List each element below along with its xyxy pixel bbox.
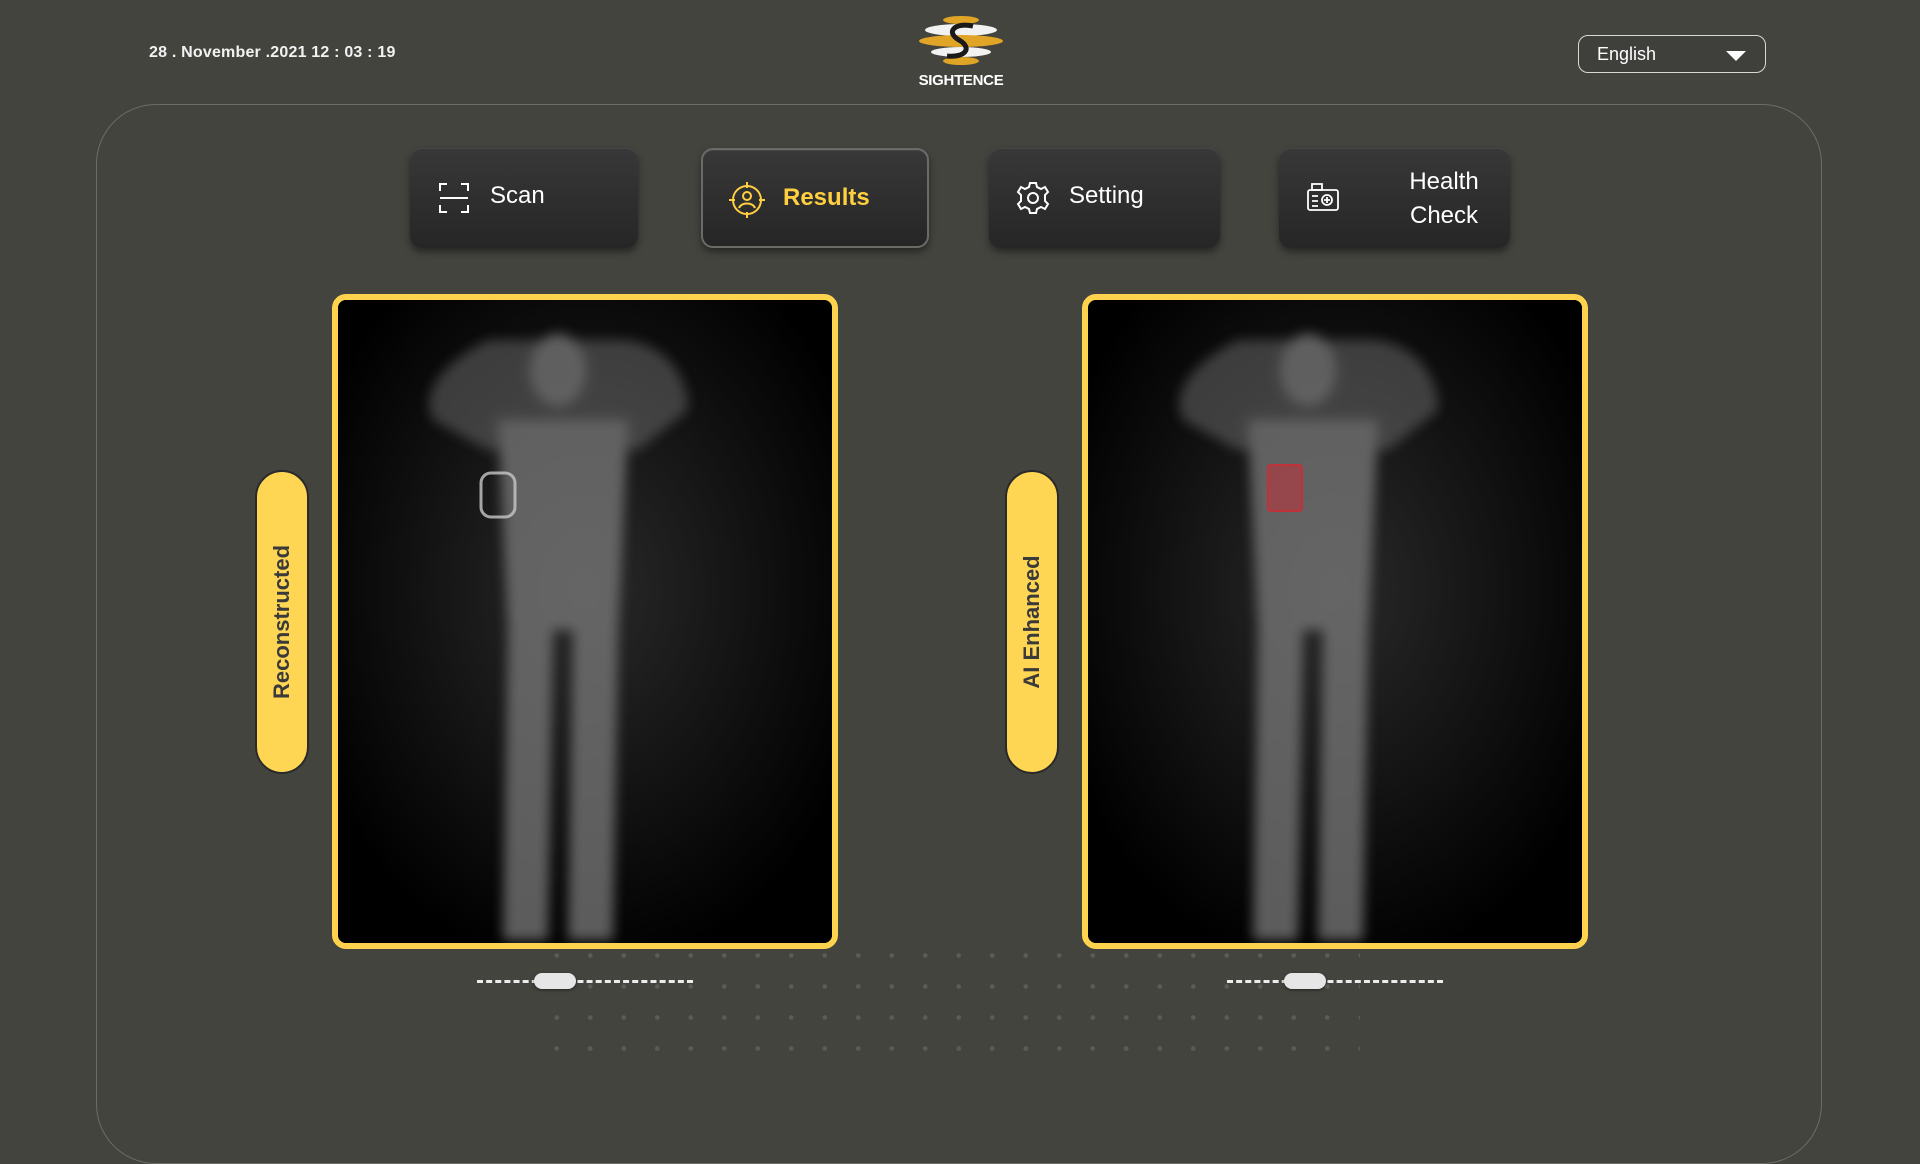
setting-button[interactable]: Setting (989, 148, 1220, 248)
decorative-dot-grid (540, 940, 1360, 1060)
ai-enhanced-view-slider[interactable] (1227, 972, 1443, 992)
gear-icon (1016, 182, 1050, 214)
slider-thumb[interactable] (1284, 973, 1326, 989)
scan-frame-icon (439, 183, 469, 213)
health-label-line2: Check (1409, 202, 1479, 229)
logo-text: SIGHTENCE (918, 72, 1004, 89)
language-select[interactable]: English (1578, 35, 1766, 73)
health-check-label: Health Check (1379, 165, 1509, 233)
sightence-logo: SIGHTENCE (915, 10, 1007, 92)
health-label-line1: Health (1409, 168, 1479, 195)
ai-enhanced-label-pill[interactable]: AI Enhanced (1005, 470, 1059, 774)
results-button[interactable]: Results (701, 148, 929, 248)
scan-button[interactable]: Scan (410, 148, 638, 248)
logo-emblem-icon (919, 16, 1003, 65)
body-scan-image (338, 300, 832, 943)
scan-label: Scan (490, 182, 545, 209)
slider-thumb[interactable] (534, 973, 576, 989)
datetime: 28 . November .2021 12 : 03 : 19 (149, 44, 396, 61)
target-person-icon (729, 182, 765, 218)
reconstructed-view-slider[interactable] (477, 972, 693, 992)
health-check-button[interactable]: Health Check (1279, 148, 1510, 248)
reconstructed-label: Reconstructed (269, 544, 294, 700)
health-check-device-icon (1307, 183, 1339, 211)
chevron-down-icon (1726, 51, 1746, 61)
detection-box[interactable] (1267, 464, 1303, 512)
reconstructed-label-pill[interactable]: Reconstructed (255, 470, 309, 774)
ai-enhanced-scan-view[interactable] (1082, 294, 1588, 949)
reconstructed-scan-view[interactable] (332, 294, 838, 949)
setting-label: Setting (1069, 182, 1144, 209)
slider-track (1227, 980, 1443, 983)
results-label: Results (783, 184, 870, 211)
slider-track (477, 980, 693, 983)
ai-enhanced-label: AI Enhanced (1019, 555, 1044, 689)
body-scan-image (1088, 300, 1582, 943)
language-selected: English (1597, 44, 1657, 64)
